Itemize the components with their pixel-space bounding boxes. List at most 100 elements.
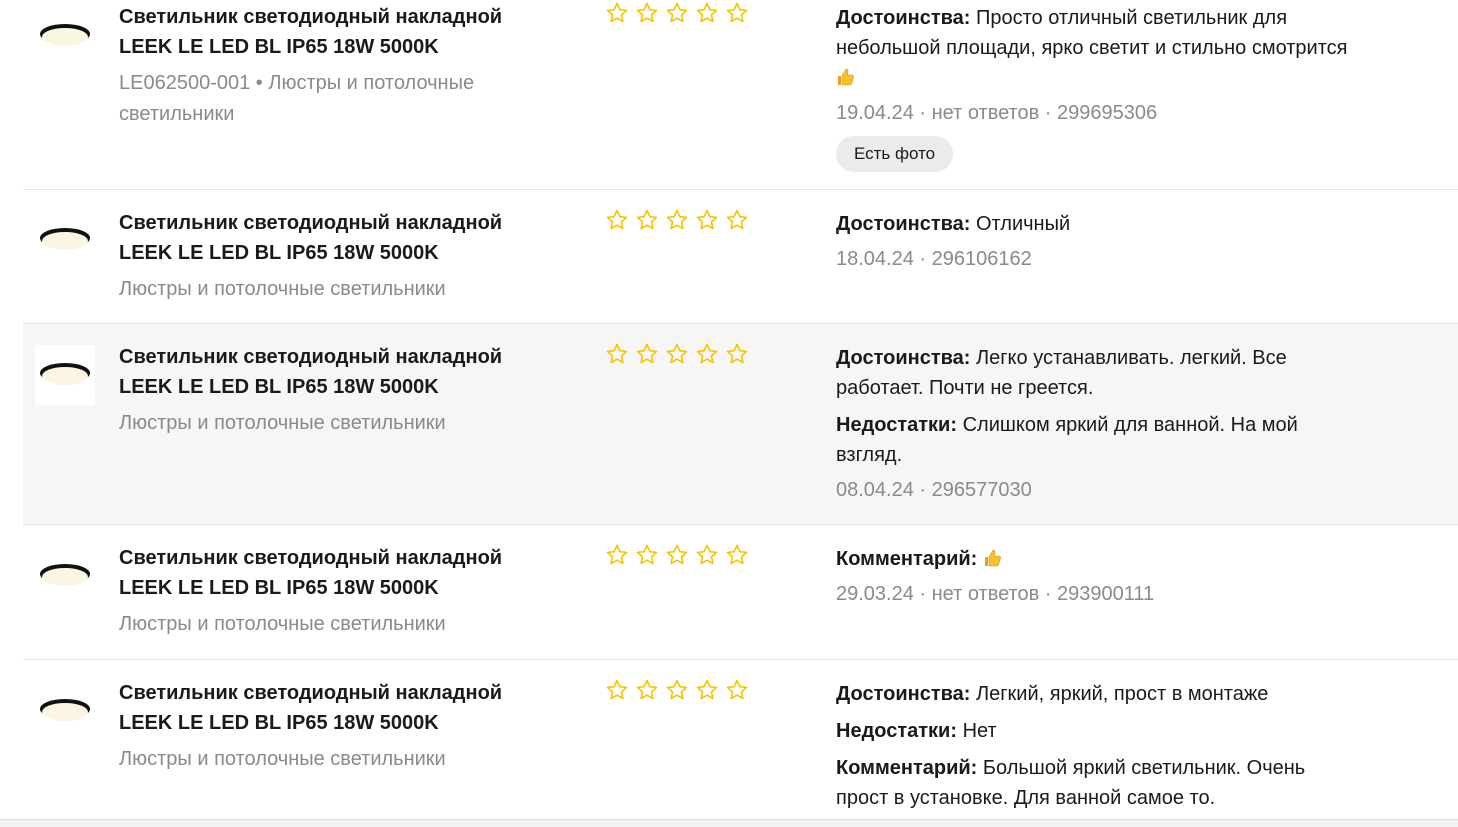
review-body: Достоинства: Легко устанавливать. легкий… (836, 343, 1356, 505)
star-outline-icon (635, 207, 665, 233)
pros-label: Достоинства: (836, 213, 971, 235)
star-outline-icon (725, 207, 755, 233)
product-thumbnail[interactable] (35, 681, 95, 741)
product-thumbnail[interactable] (35, 6, 95, 66)
product-title-line1: Светильник светодиодный накладной (119, 212, 503, 234)
star-outline-icon (665, 677, 695, 703)
star-outline-icon (725, 0, 755, 26)
review-body: Достоинства: Просто отличный светильник … (836, 3, 1356, 172)
thumbs-up-icon (836, 66, 854, 86)
review-cons: Недостатки: Нет (836, 716, 1356, 746)
rating-stars (605, 0, 755, 26)
product-info: Светильник светодиодный накладной LEEK L… (119, 208, 539, 305)
comment-label: Комментарий: (836, 548, 978, 570)
product-title[interactable]: Светильник светодиодный накладной LEEK L… (119, 208, 539, 268)
review-pros: Достоинства: Просто отличный светильник … (836, 3, 1356, 93)
product-meta: Люстры и потолочные светильники (119, 412, 446, 434)
review-row: Светильник светодиодный накладной LEEK L… (23, 324, 1458, 525)
star-outline-icon (665, 207, 695, 233)
star-outline-icon (725, 677, 755, 703)
star-outline-icon (635, 542, 665, 568)
product-meta: Люстры и потолочные светильники (119, 278, 446, 300)
star-outline-icon (695, 207, 725, 233)
product-title-line1: Светильник светодиодный накладной (119, 346, 503, 368)
product-title[interactable]: Светильник светодиодный накладной LEEK L… (119, 342, 539, 402)
reviews-list: Светильник светодиодный накладной LEEK L… (23, 0, 1458, 819)
product-title[interactable]: Светильник светодиодный накладной LEEK L… (119, 678, 539, 738)
star-outline-icon (695, 542, 725, 568)
star-outline-icon (725, 542, 755, 568)
product-info: Светильник светодиодный накладной LEEK L… (119, 342, 539, 439)
review-pros: Достоинства: Легко устанавливать. легкий… (836, 343, 1356, 403)
star-outline-icon (635, 0, 665, 26)
star-outline-icon (605, 341, 635, 367)
product-info: Светильник светодиодный накладной LEEK L… (119, 2, 539, 130)
has-photo-chip[interactable]: Есть фото (836, 136, 954, 172)
product-thumbnail[interactable] (35, 210, 95, 270)
ceiling-lamp-icon (38, 21, 92, 51)
product-title-line2: LEEK LE LED BL IP65 18W 5000K (119, 376, 439, 398)
review-meta: 29.03.24 · нет ответов · 293900111 (836, 583, 1155, 605)
star-outline-icon (605, 207, 635, 233)
product-title-line2: LEEK LE LED BL IP65 18W 5000K (119, 36, 439, 58)
ceiling-lamp-icon (38, 561, 92, 591)
star-outline-icon (665, 341, 695, 367)
review-row: Светильник светодиодный накладной LEEK L… (23, 0, 1458, 190)
product-title[interactable]: Светильник светодиодный накладной LEEK L… (119, 543, 539, 603)
review-cons: Недостатки: Слишком яркий для ванной. На… (836, 410, 1356, 470)
thumbs-up-icon (983, 547, 1001, 567)
comment-label: Комментарий: (836, 757, 978, 779)
cons-text: Нет (962, 720, 997, 742)
ceiling-lamp-icon (38, 225, 92, 255)
review-comment: Комментарий: Большой яркий светильник. О… (836, 753, 1356, 813)
star-outline-icon (605, 677, 635, 703)
product-info: Светильник светодиодный накладной LEEK L… (119, 678, 539, 775)
star-outline-icon (665, 542, 695, 568)
rating-stars (605, 341, 755, 367)
ceiling-lamp-icon (38, 360, 92, 390)
star-outline-icon (695, 0, 725, 26)
product-title-line1: Светильник светодиодный накладной (119, 6, 503, 28)
review-body: Достоинства: Легкий, яркий, прост в монт… (836, 679, 1356, 820)
product-title-line2: LEEK LE LED BL IP65 18W 5000K (119, 712, 439, 734)
star-outline-icon (695, 341, 725, 367)
product-title-line2: LEEK LE LED BL IP65 18W 5000K (119, 242, 439, 264)
star-outline-icon (635, 677, 665, 703)
review-meta: 08.04.24 · 296577030 (836, 479, 1032, 501)
review-body: Комментарий: 29.03.24 · нет ответов · 29… (836, 544, 1356, 609)
pros-label: Достоинства: (836, 347, 971, 369)
pros-text: Легкий, яркий, прост в монтаже (976, 683, 1269, 705)
review-pros: Достоинства: Отличный (836, 209, 1356, 239)
star-outline-icon (665, 0, 695, 26)
rating-stars (605, 207, 755, 233)
review-meta: 19.04.24 · нет ответов · 299695306 (836, 102, 1158, 124)
product-meta: LE062500-001 • Люстры и потолочные свети… (119, 72, 475, 125)
review-meta: 18.04.24 · 296106162 (836, 248, 1032, 270)
review-comment: Комментарий: (836, 544, 1356, 574)
product-title[interactable]: Светильник светодиодный накладной LEEK L… (119, 2, 539, 62)
product-title-line2: LEEK LE LED BL IP65 18W 5000K (119, 577, 439, 599)
product-title-line1: Светильник светодиодный накладной (119, 547, 503, 569)
ceiling-lamp-icon (38, 696, 92, 726)
star-outline-icon (695, 677, 725, 703)
product-title-line1: Светильник светодиодный накладной (119, 682, 503, 704)
product-meta: Люстры и потолочные светильники (119, 613, 446, 635)
star-outline-icon (605, 542, 635, 568)
product-meta: Люстры и потолочные светильники (119, 748, 446, 770)
review-row: Светильник светодиодный накладной LEEK L… (23, 525, 1458, 660)
rating-stars (605, 677, 755, 703)
star-outline-icon (725, 341, 755, 367)
rating-stars (605, 542, 755, 568)
pros-label: Достоинства: (836, 683, 971, 705)
star-outline-icon (635, 341, 665, 367)
review-pros: Достоинства: Легкий, яркий, прост в монт… (836, 679, 1356, 709)
review-row: Светильник светодиодный накладной LEEK L… (23, 190, 1458, 324)
star-outline-icon (605, 0, 635, 26)
product-info: Светильник светодиодный накладной LEEK L… (119, 543, 539, 640)
cons-label: Недостатки: (836, 720, 958, 742)
cons-label: Недостатки: (836, 414, 958, 436)
product-thumbnail[interactable] (35, 546, 95, 606)
pros-label: Достоинства: (836, 7, 971, 29)
review-body: Достоинства: Отличный 18.04.24 · 2961061… (836, 209, 1356, 274)
product-thumbnail[interactable] (35, 345, 95, 405)
